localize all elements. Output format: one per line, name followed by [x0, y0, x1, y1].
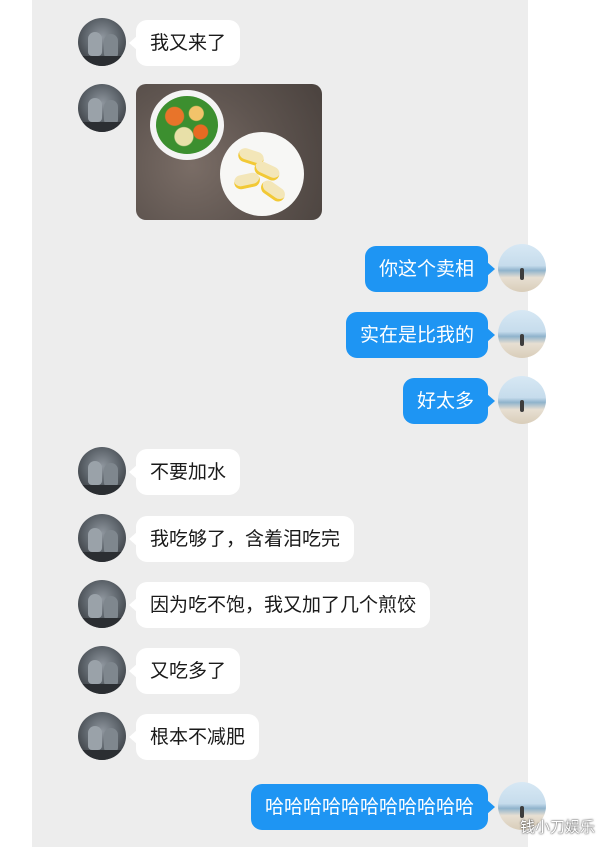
- contact-avatar[interactable]: [78, 84, 126, 132]
- message-row: 我又来了: [32, 18, 605, 70]
- watermark-text: 钱小刀娱乐: [519, 818, 595, 836]
- sent-message-bubble[interactable]: 实在是比我的: [345, 312, 496, 358]
- received-message-bubble[interactable]: 根本不减肥: [128, 714, 260, 760]
- received-message-bubble[interactable]: 又吃多了: [128, 648, 241, 694]
- contact-avatar[interactable]: [78, 514, 126, 562]
- food-photo[interactable]: [136, 84, 322, 220]
- contact-avatar[interactable]: [78, 712, 126, 760]
- message-row: 好太多: [32, 376, 605, 428]
- dumpling: [232, 171, 262, 191]
- received-message-bubble[interactable]: 因为吃不饱，我又加了几个煎饺: [128, 582, 431, 628]
- dumpling-plate: [220, 132, 304, 216]
- received-message-bubble[interactable]: 我又来了: [128, 20, 241, 66]
- message-row: 实在是比我的: [32, 310, 605, 362]
- dumpling: [258, 177, 288, 205]
- sent-message-bubble[interactable]: 你这个卖相: [364, 246, 496, 292]
- received-message-bubble[interactable]: 不要加水: [128, 449, 241, 495]
- user-avatar[interactable]: [498, 310, 546, 358]
- message-row: 根本不减肥: [32, 712, 605, 764]
- message-row: 又吃多了: [32, 646, 605, 698]
- message-row: 你这个卖相: [32, 244, 605, 296]
- contact-avatar[interactable]: [78, 18, 126, 66]
- contact-avatar[interactable]: [78, 646, 126, 694]
- vegetable-bowl: [150, 90, 224, 160]
- received-message-bubble[interactable]: 我吃够了，含着泪吃完: [128, 516, 355, 562]
- message-row: [32, 84, 605, 221]
- contact-avatar[interactable]: [78, 580, 126, 628]
- message-row: 不要加水: [32, 447, 605, 499]
- sent-message-bubble[interactable]: 好太多: [402, 378, 496, 424]
- user-avatar[interactable]: [498, 244, 546, 292]
- vegetables: [156, 96, 218, 154]
- message-row: 我吃够了，含着泪吃完: [32, 514, 605, 566]
- contact-avatar[interactable]: [78, 447, 126, 495]
- sent-message-bubble[interactable]: 哈哈哈哈哈哈哈哈哈哈哈: [250, 784, 496, 830]
- user-avatar[interactable]: [498, 376, 546, 424]
- chat-area: 我又来了 你这个卖相 实在是比我的 好太多 不要加水 我吃够了，含着泪吃完 因为…: [32, 0, 546, 847]
- message-row: 因为吃不饱，我又加了几个煎饺: [32, 580, 605, 632]
